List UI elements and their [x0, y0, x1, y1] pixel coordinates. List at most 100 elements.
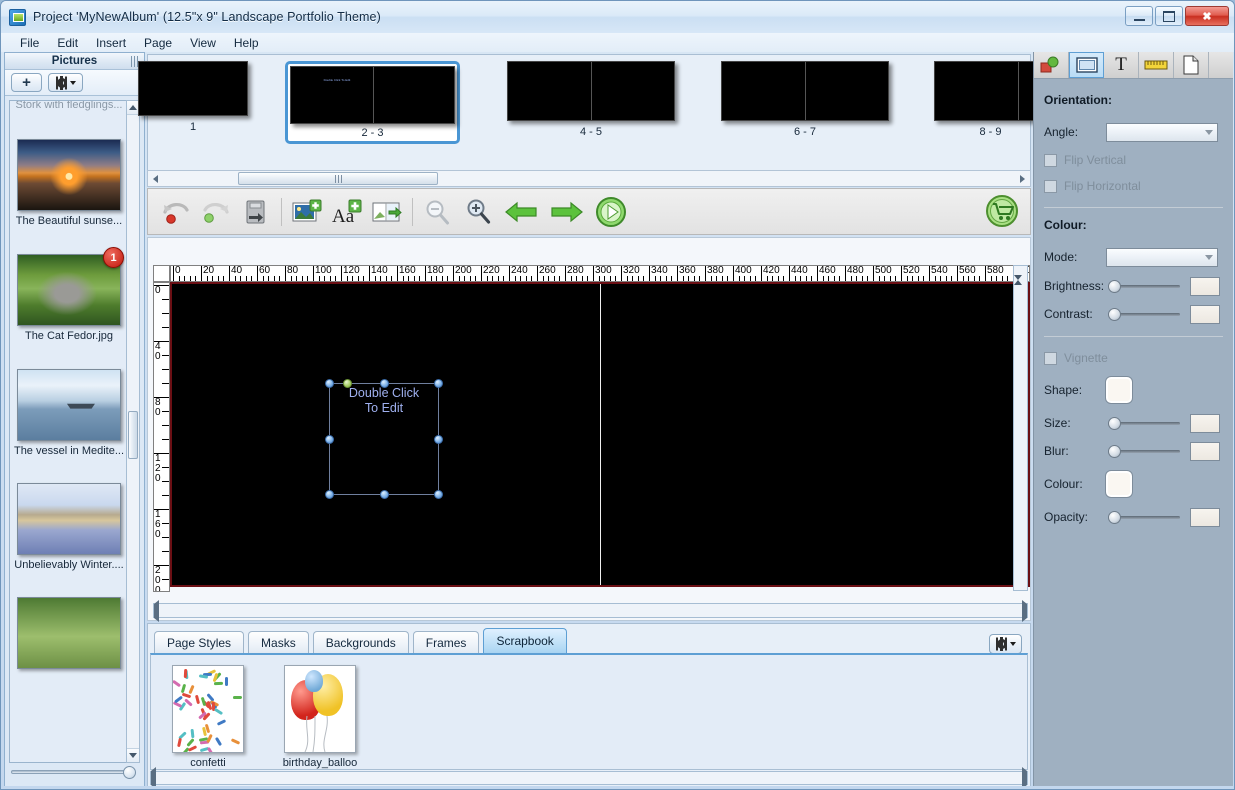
page-canvas[interactable]: Double Click To Edit — [170, 282, 1030, 587]
tab-masks[interactable]: Masks — [248, 631, 309, 653]
resize-handle-s[interactable] — [379, 490, 389, 499]
add-page-button[interactable] — [367, 192, 407, 232]
scrapbook-thumbnail[interactable] — [284, 665, 356, 753]
flip-horizontal-checkbox[interactable] — [1044, 179, 1057, 193]
add-picture-button[interactable]: + — [11, 73, 42, 92]
page-tab[interactable] — [1174, 52, 1209, 78]
page-thumbnail-6-7[interactable]: 6 - 7 — [721, 61, 889, 138]
ruler-tab[interactable] — [1139, 52, 1174, 78]
preview-button[interactable] — [590, 192, 632, 232]
previous-page-button[interactable] — [498, 192, 544, 232]
vignette-checkbox[interactable] — [1044, 351, 1057, 365]
opacity-slider[interactable] — [1108, 510, 1180, 524]
scroll-left-button[interactable] — [154, 599, 159, 622]
shapes-tab[interactable] — [1034, 52, 1069, 78]
flip-vertical-checkbox[interactable] — [1044, 153, 1057, 167]
slider-knob[interactable] — [1108, 444, 1121, 458]
content-options-button[interactable] — [989, 634, 1022, 654]
size-value[interactable] — [1190, 413, 1220, 433]
tab-page-styles[interactable]: Page Styles — [154, 631, 245, 653]
resize-handle-w[interactable] — [325, 434, 334, 444]
page-thumbnail-4-5[interactable]: 4 - 5 — [507, 61, 675, 138]
resize-handle-nw[interactable] — [325, 379, 334, 388]
contrast-value[interactable] — [1190, 304, 1220, 324]
save-button[interactable] — [236, 192, 276, 232]
canvas-vertical-scrollbar[interactable] — [1013, 265, 1028, 591]
scroll-right-button[interactable] — [1022, 599, 1027, 622]
vignette-colour-picker[interactable] — [1106, 471, 1132, 497]
close-button[interactable]: ✖ — [1185, 6, 1229, 26]
picture-thumbnail[interactable] — [17, 597, 121, 669]
list-item[interactable]: Stork with fledglings... — [10, 101, 128, 111]
add-image-button[interactable] — [287, 192, 327, 232]
page-thumbnail-1[interactable]: 1 — [138, 61, 248, 133]
undo-button[interactable] — [156, 192, 196, 232]
list-item[interactable]: confetti — [163, 665, 253, 769]
minimize-button[interactable] — [1125, 6, 1153, 26]
scroll-left-button[interactable] — [151, 767, 156, 789]
tab-frames[interactable]: Frames — [412, 631, 480, 653]
menu-item-view[interactable]: View — [181, 34, 225, 52]
redo-button[interactable] — [196, 192, 236, 232]
tab-backgrounds[interactable]: Backgrounds — [312, 631, 409, 653]
brightness-slider[interactable] — [1108, 279, 1180, 293]
scroll-down-button[interactable] — [127, 748, 139, 762]
flip-vertical-row[interactable]: Flip Vertical — [1044, 149, 1223, 171]
list-item[interactable]: Unbelievably Winter.... — [10, 483, 128, 571]
scrollbar-thumb[interactable] — [128, 411, 138, 459]
list-item[interactable] — [10, 597, 128, 669]
blur-slider[interactable] — [1108, 444, 1180, 458]
mode-select[interactable] — [1106, 247, 1218, 267]
slider-knob[interactable] — [123, 765, 136, 779]
shape-picker[interactable] — [1106, 377, 1132, 403]
menu-item-file[interactable]: File — [11, 34, 48, 52]
picture-thumbnail[interactable] — [17, 483, 121, 555]
canvas-horizontal-scrollbar[interactable] — [153, 599, 1028, 622]
pictures-scrollbar[interactable] — [126, 100, 140, 763]
tab-scrapbook[interactable]: Scrapbook — [483, 628, 567, 653]
list-item[interactable]: The Beautiful sunse... — [10, 139, 128, 227]
scroll-down-button[interactable] — [1014, 275, 1027, 294]
resize-handle-sw[interactable] — [325, 490, 334, 499]
slider-knob[interactable] — [1108, 510, 1121, 524]
scroll-right-button[interactable] — [1022, 767, 1027, 789]
blur-value[interactable] — [1190, 441, 1220, 461]
menu-item-edit[interactable]: Edit — [48, 34, 87, 52]
brightness-value[interactable] — [1190, 276, 1220, 296]
resize-handle-ne[interactable] — [434, 379, 443, 388]
list-item[interactable]: The vessel in Medite... — [10, 369, 128, 457]
flip-horizontal-row[interactable]: Flip Horizontal — [1044, 175, 1223, 197]
rotate-handle[interactable] — [343, 379, 352, 388]
pages-scrollbar[interactable] — [147, 170, 1031, 187]
list-item[interactable]: 1 The Cat Fedor.jpg — [10, 247, 128, 342]
scroll-left-button[interactable] — [148, 171, 163, 186]
picture-thumbnail[interactable] — [17, 369, 121, 441]
zoom-in-button[interactable] — [458, 192, 498, 232]
scrapbook-thumbnail[interactable] — [172, 665, 244, 753]
menu-item-page[interactable]: Page — [135, 34, 181, 52]
page-thumbnail-2-3[interactable]: Double Click To Edit 2 - 3 — [285, 61, 460, 144]
zoom-out-button[interactable] — [418, 192, 458, 232]
scrollbar-thumb[interactable] — [238, 172, 438, 185]
pictures-list[interactable]: Stork with fledglings... The Beautiful s… — [9, 100, 129, 763]
scrapbook-scrollbar[interactable] — [150, 767, 1028, 789]
scroll-right-button[interactable] — [1015, 171, 1030, 186]
add-text-button[interactable]: Aa — [327, 192, 367, 232]
menu-item-insert[interactable]: Insert — [87, 34, 135, 52]
vignette-row[interactable]: Vignette — [1044, 347, 1223, 369]
maximize-button[interactable] — [1155, 6, 1183, 26]
opacity-value[interactable] — [1190, 507, 1220, 527]
resize-handle-e[interactable] — [434, 434, 443, 444]
list-item[interactable]: birthday_balloo — [275, 665, 365, 769]
menu-item-help[interactable]: Help — [225, 34, 268, 52]
slider-knob[interactable] — [1108, 416, 1121, 430]
selected-text-object[interactable]: Double Click To Edit — [325, 379, 443, 499]
frame-tab[interactable] — [1069, 52, 1104, 78]
slider-knob[interactable] — [1108, 307, 1121, 321]
thumbnail-size-slider[interactable] — [11, 765, 139, 779]
shopping-cart-button[interactable] — [984, 193, 1020, 229]
text-tab[interactable]: T — [1104, 52, 1139, 78]
resize-handle-n[interactable] — [379, 379, 389, 388]
next-page-button[interactable] — [544, 192, 590, 232]
picture-thumbnail[interactable] — [17, 139, 121, 211]
